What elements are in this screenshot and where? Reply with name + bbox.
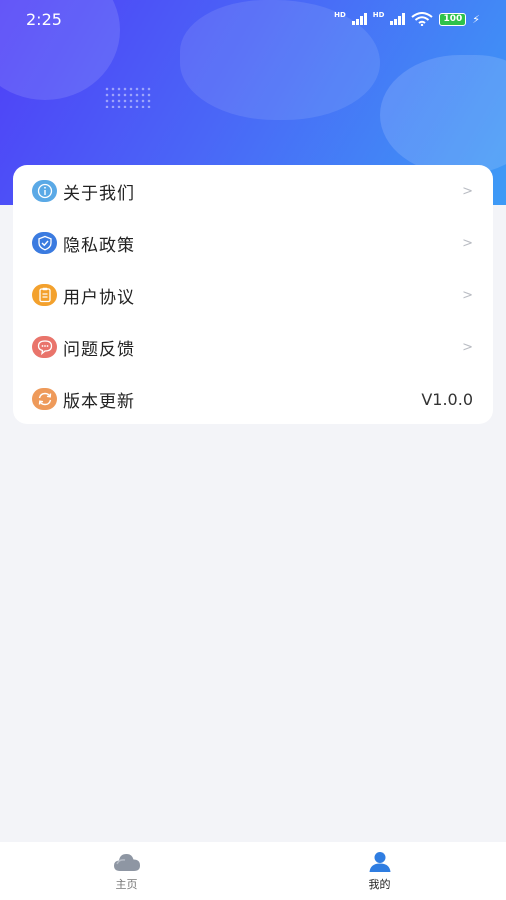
- bottom-tab-bar: 主页 我的: [0, 842, 506, 900]
- signal-icon: [390, 13, 406, 25]
- menu-row-user-agreement[interactable]: 用户协议 >: [13, 269, 493, 321]
- signal-icon: [351, 13, 367, 25]
- user-icon: [369, 851, 390, 872]
- version-value: V1.0.0: [421, 389, 473, 409]
- chevron-right-icon: >: [462, 287, 473, 303]
- tab-mine[interactable]: 我的: [253, 842, 506, 900]
- chevron-right-icon: >: [462, 183, 473, 199]
- menu-row-version-update[interactable]: 版本更新 V1.0.0: [13, 373, 493, 425]
- chevron-right-icon: >: [462, 235, 473, 251]
- menu-row-about-us[interactable]: 关于我们 >: [13, 165, 493, 217]
- menu-row-label: 用户协议: [63, 287, 135, 308]
- status-time: 2:25: [26, 9, 62, 29]
- menu-row-label: 问题反馈: [63, 339, 135, 360]
- chevron-right-icon: >: [462, 339, 473, 355]
- settings-menu-card: 关于我们 > 隐私政策 > 用户协议 > 问题反馈 > 版本更新 V1.0.0: [13, 165, 493, 424]
- decor-blob: [380, 55, 506, 175]
- tab-label: 主页: [115, 877, 138, 891]
- hd-badge: HD: [334, 11, 346, 19]
- status-bar: 2:25 HD HD 100 ⚡: [0, 0, 506, 38]
- menu-row-privacy-policy[interactable]: 隐私政策 >: [13, 217, 493, 269]
- tab-home[interactable]: 主页: [0, 842, 253, 900]
- hd-badge: HD: [372, 11, 385, 19]
- menu-row-label: 版本更新: [63, 391, 135, 412]
- refresh-icon: [32, 388, 57, 410]
- cloud-icon: [113, 853, 140, 871]
- battery-level: 100: [443, 14, 463, 24]
- menu-row-feedback[interactable]: 问题反馈 >: [13, 321, 493, 373]
- charging-icon: ⚡: [472, 12, 480, 26]
- info-icon: [32, 180, 57, 202]
- chat-bubble-icon: [32, 336, 57, 358]
- battery-icon: 100: [439, 12, 467, 26]
- menu-row-label: 关于我们: [63, 183, 135, 204]
- shield-icon: [32, 232, 57, 254]
- wifi-icon: [411, 12, 434, 26]
- document-icon: [32, 284, 57, 306]
- tab-label: 我的: [368, 877, 391, 891]
- decor-dot-grid: [104, 86, 152, 108]
- system-icons: HD HD 100 ⚡: [334, 12, 480, 26]
- menu-row-label: 隐私政策: [63, 235, 135, 256]
